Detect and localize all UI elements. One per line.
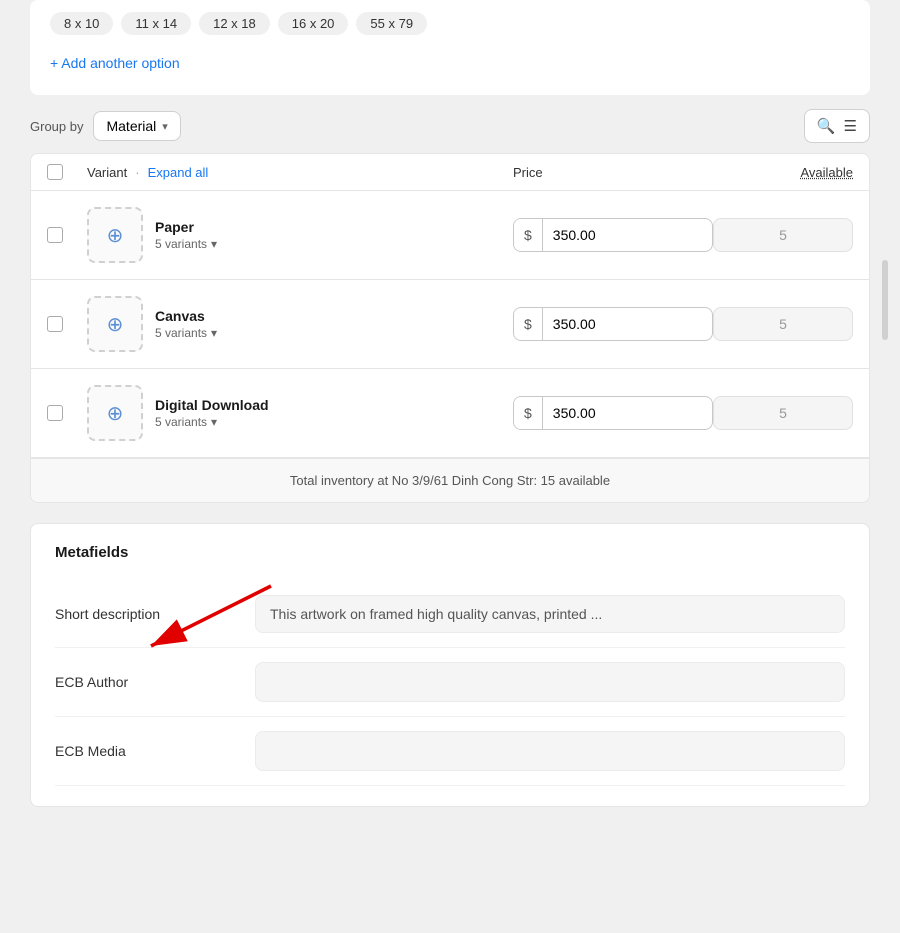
row-1-image-box[interactable]: ⊕ [87,296,143,352]
header-price-label: Price [513,165,713,180]
row-0-chevron: ▾ [211,237,217,251]
image-placeholder-icon: ⊕ [107,312,124,337]
toolbar-icons[interactable]: 🔍 ☰ [804,109,870,143]
metafields-title: Metafields [55,544,845,561]
dot-separator: · [135,165,139,180]
row-2-price-wrapper: $ [513,396,713,430]
row-2-variant-info: ⊕ Digital Download 5 variants ▾ [87,385,513,441]
header-variant-cell: Variant · Expand all [87,165,513,180]
header-variant-label: Variant [87,165,127,180]
metafield-value-ecb-author[interactable] [255,662,845,702]
row-1-count[interactable]: 5 variants ▾ [155,326,217,340]
row-0-variant-info: ⊕ Paper 5 variants ▾ [87,207,513,263]
row-1-name: Canvas [155,308,217,324]
row-2-currency-symbol: $ [514,397,543,429]
row-1-checkbox[interactable] [47,316,63,332]
row-2-text: Digital Download 5 variants ▾ [155,397,269,429]
size-pill-0: 8 x 10 [50,12,113,35]
row-1-variant-info: ⊕ Canvas 5 variants ▾ [87,296,513,352]
row-0-checkbox[interactable] [47,227,63,243]
table-header: Variant · Expand all Price Available [31,154,869,191]
row-2-checkbox[interactable] [47,405,63,421]
add-another-button[interactable]: + Add another option [50,51,180,75]
row-0-price-wrapper: $ [513,218,713,252]
image-placeholder-icon: ⊕ [107,401,124,426]
image-placeholder-icon: ⊕ [107,223,124,248]
search-icon: 🔍 [817,117,836,135]
total-inventory-row: Total inventory at No 3/9/61 Dinh Cong S… [31,458,869,502]
row-1-text: Canvas 5 variants ▾ [155,308,217,340]
group-by-row: Group by Material ▾ 🔍 ☰ [30,95,870,153]
row-0-available: 5 [713,218,853,252]
expand-all-button[interactable]: Expand all [148,165,209,180]
header-available-label: Available [713,165,853,180]
metafield-row-short-description: Short description This artwork on framed… [55,581,845,648]
metafield-value-short-description[interactable]: This artwork on framed high quality canv… [255,595,845,633]
metafield-label-short-description: Short description [55,606,235,622]
metafield-label-ecb-media: ECB Media [55,743,235,759]
row-2-price-input[interactable] [543,397,663,429]
metafield-label-ecb-author: ECB Author [55,674,235,690]
row-2-name: Digital Download [155,397,269,413]
row-0-price-input[interactable] [543,219,663,251]
row-1-currency-symbol: $ [514,308,543,340]
top-section: 8 x 10 11 x 14 12 x 18 16 x 20 55 x 79 +… [30,0,870,95]
chevron-down-icon: ▾ [162,120,168,133]
group-by-label: Group by [30,119,83,134]
filter-icon: ☰ [844,117,857,135]
row-2-image-box[interactable]: ⊕ [87,385,143,441]
metafields-section: Metafields Short description This artwor… [30,523,870,807]
row-0-text: Paper 5 variants ▾ [155,219,217,251]
row-1-chevron: ▾ [211,326,217,340]
metafield-row-ecb-author: ECB Author [55,648,845,717]
scrollbar-hint [882,260,888,340]
row-2-count[interactable]: 5 variants ▾ [155,415,269,429]
group-by-selected: Material [106,118,156,134]
select-all-checkbox[interactable] [47,164,63,180]
size-pill-4: 55 x 79 [356,12,427,35]
row-0-currency-symbol: $ [514,219,543,251]
row-1-available: 5 [713,307,853,341]
size-pills-container: 8 x 10 11 x 14 12 x 18 16 x 20 55 x 79 [50,12,850,35]
size-pill-1: 11 x 14 [121,12,191,35]
row-0-count[interactable]: 5 variants ▾ [155,237,217,251]
table-row: ⊕ Canvas 5 variants ▾ $ 5 [31,280,869,369]
page-wrapper: 8 x 10 11 x 14 12 x 18 16 x 20 55 x 79 +… [0,0,900,933]
row-1-price-wrapper: $ [513,307,713,341]
row-1-price-input[interactable] [543,308,663,340]
row-2-available: 5 [713,396,853,430]
metafield-row-ecb-media: ECB Media [55,717,845,786]
table-row: ⊕ Paper 5 variants ▾ $ 5 [31,191,869,280]
size-pill-3: 16 x 20 [278,12,349,35]
variants-table: Variant · Expand all Price Available ⊕ P… [30,153,870,503]
size-pill-2: 12 x 18 [199,12,270,35]
row-0-name: Paper [155,219,217,235]
group-by-dropdown[interactable]: Material ▾ [93,111,180,141]
total-inventory-text: Total inventory at No 3/9/61 Dinh Cong S… [290,473,610,488]
row-2-chevron: ▾ [211,415,217,429]
group-by-left: Group by Material ▾ [30,111,181,141]
row-0-image-box[interactable]: ⊕ [87,207,143,263]
table-row: ⊕ Digital Download 5 variants ▾ $ 5 [31,369,869,458]
metafield-value-ecb-media[interactable] [255,731,845,771]
